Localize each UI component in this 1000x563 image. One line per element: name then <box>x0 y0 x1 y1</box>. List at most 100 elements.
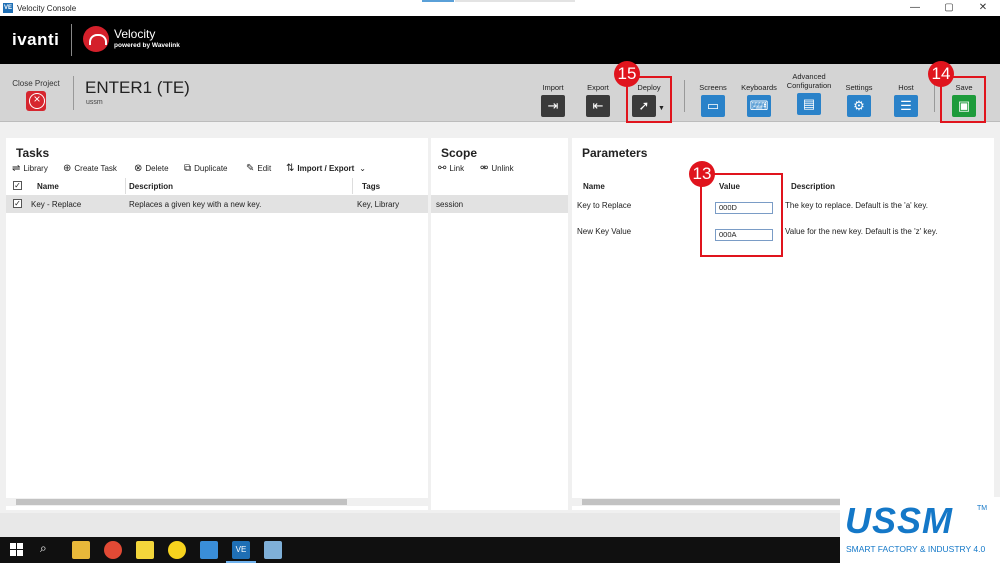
delete-button[interactable]: ⊗ Delete <box>134 163 169 174</box>
select-all-checkbox[interactable]: ✓ <box>13 181 22 190</box>
mail-app-icon[interactable] <box>200 541 218 559</box>
param-column-name: Name <box>583 182 605 191</box>
plus-circle-icon: ⊕ <box>63 163 72 174</box>
project-name: ENTER1 (TE) <box>85 78 190 97</box>
duplicate-button[interactable]: ⧉ Duplicate <box>184 163 228 174</box>
close-circle-icon <box>26 91 46 111</box>
param-name-key-to-replace: Key to Replace <box>577 201 632 210</box>
chrome-icon[interactable] <box>104 541 122 559</box>
host-button[interactable]: Host ☰ <box>889 83 923 117</box>
windows-start-icon[interactable] <box>10 543 23 556</box>
row-checkbox[interactable]: ✓ <box>13 199 22 208</box>
close-project-button[interactable]: Close Project <box>10 79 62 111</box>
task-tags: Key, Library <box>357 200 400 209</box>
parameters-horizontal-scrollbar[interactable] <box>572 498 840 506</box>
import-icon: ⇥ <box>541 95 565 117</box>
minimize-button[interactable]: — <box>898 0 932 16</box>
velocity-logo-icon <box>83 26 109 52</box>
value-step-badge: 13 <box>689 161 715 187</box>
export-icon: ⇤ <box>586 95 610 117</box>
app-icon-tablet[interactable] <box>264 541 282 559</box>
sticky-notes-icon[interactable] <box>136 541 154 559</box>
screens-label: Screens <box>699 83 727 92</box>
ussm-tagline: SMART FACTORY & INDUSTRY 4.0 <box>846 544 986 554</box>
ivanti-logo: ivanti <box>12 30 60 49</box>
task-name: Key - Replace <box>31 200 82 209</box>
kakaotalk-icon[interactable] <box>168 541 186 559</box>
library-button[interactable]: ⇌ Library <box>12 163 48 174</box>
unlink-label: Unlink <box>491 164 514 173</box>
product-tagline: powered by Wavelink <box>114 42 180 49</box>
scrollbar-thumb[interactable] <box>582 499 840 505</box>
toolbar-divider <box>73 76 74 110</box>
export-button[interactable]: Export ⇤ <box>583 83 613 117</box>
import-export-icon: ⇅ <box>286 163 295 174</box>
table-row[interactable]: ✓ Key - Replace Replaces a given key wit… <box>6 195 428 213</box>
project-subtitle: ussm <box>86 99 103 106</box>
unlink-button[interactable]: ⚮ Unlink <box>480 163 514 174</box>
column-header-tags: Tags <box>362 182 381 191</box>
delete-label: Delete <box>145 164 169 173</box>
edit-button[interactable]: ✎ Edit <box>246 163 271 174</box>
task-description: Replaces a given key with a new key. <box>129 200 262 209</box>
file-explorer-icon[interactable] <box>72 541 90 559</box>
scope-session: session <box>436 200 464 209</box>
brand-divider <box>71 24 72 56</box>
import-button[interactable]: Import ⇥ <box>538 83 568 117</box>
duplicate-icon: ⧉ <box>184 163 192 174</box>
advanced-configuration-button[interactable]: Advanced Configuration ▤ <box>783 72 835 115</box>
toolbar-divider-2 <box>684 80 685 112</box>
unlink-icon: ⚮ <box>480 163 489 174</box>
chevron-down-icon: ⌄ <box>359 164 366 173</box>
brand-bar: ivanti Velocity powered by Wavelink <box>0 16 1000 64</box>
main-toolbar: Close Project ENTER1 (TE) ussm Import ⇥ … <box>0 64 1000 122</box>
window-titlebar: VE Velocity Console — ▢ ✕ <box>0 0 1000 16</box>
keyboard-icon: ⌨ <box>747 95 771 117</box>
app-icon: VE <box>3 3 13 13</box>
search-icon[interactable]: ⌕ <box>40 541 47 556</box>
scope-title: Scope <box>441 146 478 160</box>
gear-icon: ⚙ <box>847 95 871 117</box>
keyboards-label: Keyboards <box>741 83 777 92</box>
import-export-dropdown[interactable]: ⇅ Import / Export ⌄ <box>286 163 366 174</box>
screens-button[interactable]: Screens ▭ <box>696 83 730 117</box>
link-button[interactable]: ⚯ Link <box>438 163 464 174</box>
scope-panel: Scope ⚯ Link ⚮ Unlink session <box>431 138 568 510</box>
trademark-mark: TM <box>977 505 988 512</box>
link-icon: ⚯ <box>438 163 447 174</box>
save-step-badge: 14 <box>928 61 954 87</box>
tasks-horizontal-scrollbar[interactable] <box>6 498 428 506</box>
param-name-new-key-value: New Key Value <box>577 227 632 236</box>
close-window-button[interactable]: ✕ <box>966 0 1000 16</box>
ussm-logo: USSM <box>845 500 954 541</box>
column-header-description: Description <box>129 182 174 191</box>
deploy-step-badge: 15 <box>614 61 640 87</box>
parameters-panel: Parameters Name Value Description Key to… <box>572 138 994 510</box>
delete-circle-icon: ⊗ <box>134 163 143 174</box>
parameters-title: Parameters <box>582 146 648 160</box>
window-title: Velocity Console <box>17 3 77 13</box>
edit-label: Edit <box>257 164 272 173</box>
keyboards-button[interactable]: Keyboards ⌨ <box>738 83 780 117</box>
param-column-description: Description <box>791 182 836 191</box>
velocity-taskbar-icon[interactable]: VE <box>232 541 250 559</box>
export-label: Export <box>587 83 609 92</box>
settings-button[interactable]: Settings ⚙ <box>842 83 876 117</box>
param-desc-key-to-replace: The key to replace. Default is the 'a' k… <box>785 201 928 210</box>
config-file-icon: ▤ <box>797 93 821 115</box>
column-header-name: Name <box>37 182 59 191</box>
tasks-title: Tasks <box>16 146 50 160</box>
value-highlight-box <box>700 173 783 257</box>
library-label: Library <box>23 164 48 173</box>
create-task-button[interactable]: ⊕ Create Task <box>63 163 117 174</box>
link-label: Link <box>449 164 465 173</box>
param-desc-new-key-value: Value for the new key. Default is the 'z… <box>785 227 938 236</box>
maximize-button[interactable]: ▢ <box>932 0 966 16</box>
scrollbar-thumb[interactable] <box>16 499 347 505</box>
library-icon: ⇌ <box>12 163 21 174</box>
host-label: Host <box>898 83 914 92</box>
close-project-label: Close Project <box>12 79 60 88</box>
duplicate-label: Duplicate <box>194 164 228 173</box>
column-divider <box>352 178 353 194</box>
list-item[interactable]: session <box>431 195 568 213</box>
